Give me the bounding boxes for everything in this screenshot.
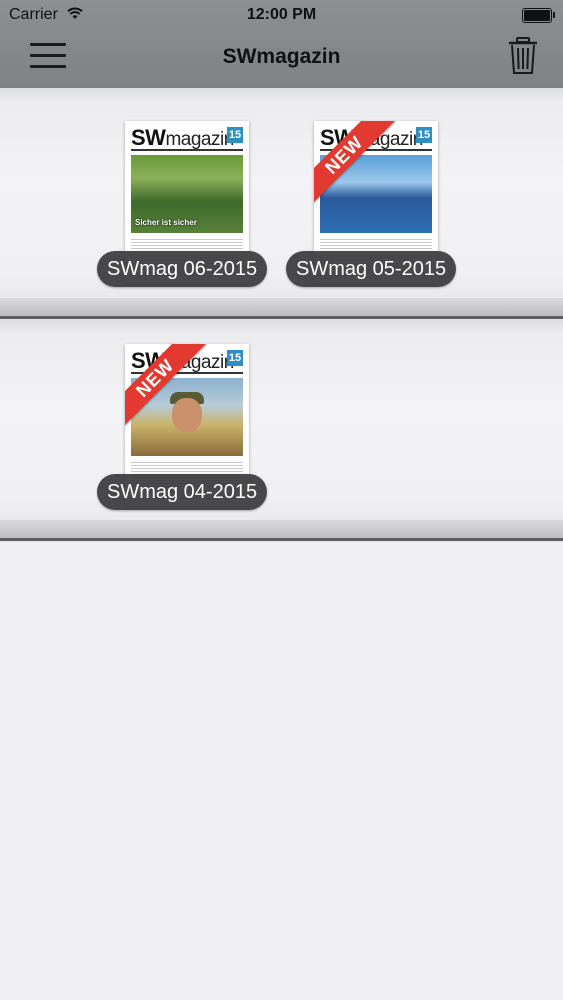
cover-photo-face — [172, 398, 202, 432]
issue-label[interactable]: SWmag 05-2015 — [286, 251, 457, 287]
shelf-ledge — [0, 520, 563, 538]
trash-icon[interactable] — [506, 36, 540, 76]
shelf-background — [0, 320, 563, 542]
cover-number: 15 — [227, 127, 243, 143]
issue-label[interactable]: SWmag 06-2015 — [97, 251, 268, 287]
battery-icon — [522, 8, 555, 23]
shelf-background — [0, 88, 563, 320]
masthead-rest: magazin — [165, 129, 234, 150]
cover-masthead: SWmagazin — [131, 125, 234, 151]
shelf-edge — [0, 316, 563, 319]
cover-number: 15 — [416, 127, 432, 143]
top-bar: Carrier 12:00 PM SWmagazin — [0, 0, 563, 88]
status-time: 12:00 PM — [246, 6, 317, 23]
status-bar: Carrier 12:00 PM — [0, 0, 563, 30]
issue-label[interactable]: SWmag 04-2015 — [97, 474, 268, 510]
cover-number: 15 — [227, 350, 243, 366]
shelf-ledge — [0, 298, 563, 316]
cover-photo: Sicher ist sicher — [131, 155, 243, 233]
shelf-row-1: SWmagazin 15 Sicher ist sicher SWmagazin… — [0, 88, 563, 320]
shelf-row-2: SWmagazin 15 NEW SWmag 04-2015 — [0, 320, 563, 542]
shelf-edge — [0, 538, 563, 541]
cover-headline: Sicher ist sicher — [135, 218, 197, 227]
masthead-sw: SW — [131, 125, 166, 150]
cover-rule — [131, 149, 243, 151]
nav-title: SWmagazin — [222, 45, 341, 68]
